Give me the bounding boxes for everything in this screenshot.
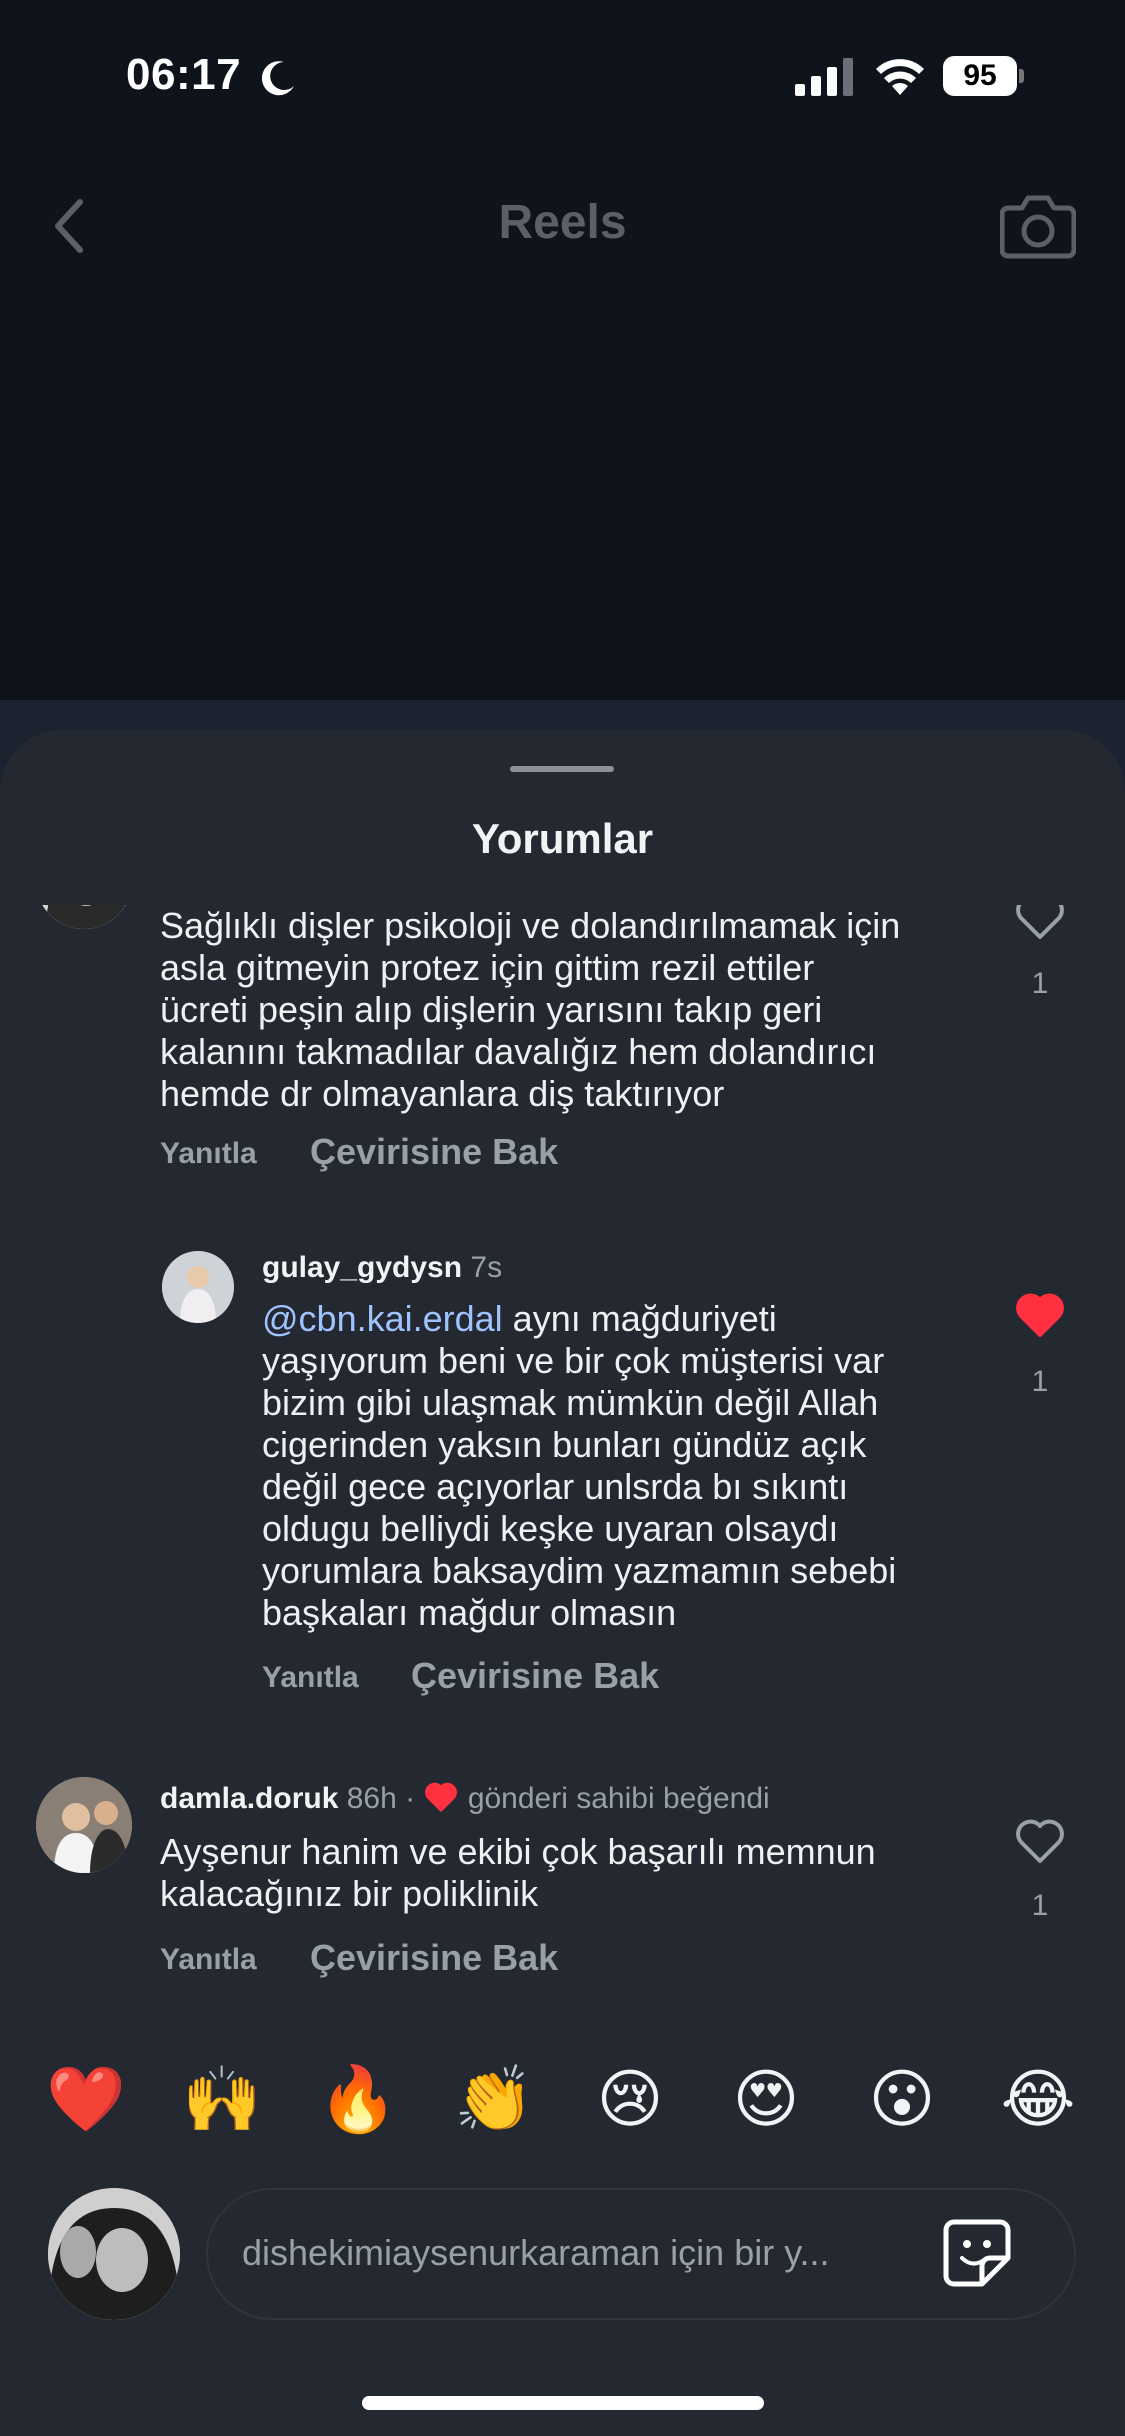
sticker-icon[interactable] (940, 2216, 1014, 2290)
comment-time: 7s (470, 1251, 503, 1284)
sheet-drag-handle[interactable] (510, 766, 614, 772)
see-translation-button[interactable]: Çevirisine Bak (310, 1937, 558, 1979)
comment-line: asla gitmeyin protez için gittim rezil e… (160, 947, 815, 988)
comment-input-placeholder: dishekimiaysenurkaraman için bir y... (242, 2232, 830, 2273)
like-count: 1 (1031, 967, 1049, 1000)
avatar[interactable] (36, 1777, 132, 1873)
my-avatar (48, 2188, 180, 2320)
emoji-quick-bar: ❤️ 🙌 🔥 👏 😢 😍 😮 😂 (0, 2060, 1125, 2140)
comment-line: oldugu belliydi keşke uyaran olsaydı (262, 1508, 839, 1549)
comment-line: değil gece açıyorlar unlsrda bı sıkıntı (262, 1466, 849, 1507)
camera-icon[interactable] (1000, 190, 1076, 260)
heart-outline-icon[interactable] (1014, 905, 1066, 941)
comment-line: yaşıyorum beni ve bir çok müşterisi var (262, 1340, 885, 1381)
comment-text: @cbn.kai.erdal aynı mağduriyeti yaşıyoru… (262, 1298, 896, 1634)
page-title: Reels (498, 196, 627, 249)
owner-liked-heart-icon (425, 1782, 458, 1812)
comment-line: @cbn.kai.erdal aynı mağduriyeti (262, 1298, 896, 1340)
meta-separator: · (405, 1782, 416, 1815)
reel-background (0, 0, 1125, 780)
avatar[interactable] (36, 905, 132, 929)
comments-list[interactable]: Sağlıklı dişler psikoloji ve dolandırılm… (0, 905, 1125, 2020)
comment-header: damla.doruk 86h · gönderi sahibi beğendi (160, 1781, 770, 1816)
reply-button[interactable]: Yanıtla (160, 1943, 257, 1977)
heart-outline-icon[interactable] (1014, 1817, 1066, 1865)
like-count: 1 (1031, 1365, 1049, 1398)
avatar-photo-icon (162, 1251, 234, 1323)
comment-line: cigerinden yaksın bunları gündüz açık (262, 1424, 867, 1465)
mention-link[interactable]: @cbn.kai.erdal (262, 1298, 503, 1339)
see-translation-button[interactable]: Çevirisine Bak (310, 1131, 558, 1173)
emoji-fire-button[interactable]: 🔥 (318, 2060, 398, 2140)
cellular-signal-icon (795, 58, 853, 96)
battery-indicator: 95 (943, 56, 1025, 96)
see-translation-button[interactable]: Çevirisine Bak (411, 1655, 659, 1697)
reply-button[interactable]: Yanıtla (160, 1137, 257, 1171)
comment-line: hemde dr olmayanlara diş taktırıyor (160, 1073, 725, 1114)
battery-level: 95 (943, 56, 1017, 96)
battery-tip (1019, 69, 1024, 83)
emoji-surprised-button[interactable]: 😮 (862, 2060, 942, 2140)
owner-liked-label: gönderi sahibi beğendi (467, 1782, 770, 1815)
emoji-laughing-button[interactable]: 😂 (998, 2060, 1078, 2140)
moon-icon (261, 61, 294, 96)
emoji-clap-button[interactable]: 👏 (454, 2060, 534, 2140)
comment-line: kalacağınız bir poliklinik (160, 1873, 539, 1914)
sheet-title: Yorumlar (471, 815, 654, 862)
wifi-icon (876, 59, 924, 95)
comment-line: Sağlıklı dişler psikoloji ve dolandırılm… (160, 905, 901, 946)
comment-line: yorumlara baksaydim yazmamın sebebi (262, 1550, 897, 1591)
comment-line: Ayşenur hanim ve ekibi çok başarılı memn… (160, 1831, 876, 1872)
avatar[interactable] (162, 1251, 234, 1323)
comment-line: kalanını takmadılar davalığız hem doland… (160, 1031, 877, 1072)
comment-line: başkaları mağdur olmasın (262, 1592, 677, 1633)
comment-text: Sağlıklı dişler psikoloji ve dolandırılm… (160, 905, 900, 1115)
reply-button[interactable]: Yanıtla (262, 1661, 359, 1695)
comment-time: 86h (346, 1782, 397, 1815)
emoji-heart-eyes-button[interactable]: 😍 (726, 2060, 806, 2140)
emoji-crying-button[interactable]: 😢 (590, 2060, 670, 2140)
comment-header: gulay_gydysn 7s (262, 1251, 502, 1285)
comment-line: ücreti peşin alıp dişlerin yarısını takı… (160, 989, 823, 1030)
heart-filled-icon[interactable] (1014, 1291, 1066, 1339)
avatar-photo-icon (36, 905, 132, 929)
home-indicator[interactable] (362, 2396, 764, 2410)
comment-username[interactable]: damla.doruk (160, 1782, 338, 1815)
comment-line: bizim gibi ulaşmak mümkün değil Allah (262, 1382, 879, 1423)
comment-username[interactable]: gulay_gydysn (262, 1251, 462, 1284)
comment-line-rest: aynı mağduriyeti (502, 1298, 777, 1339)
avatar-photo-icon (36, 1777, 132, 1873)
status-time: 06:17 (126, 50, 242, 99)
emoji-raised-hands-button[interactable]: 🙌 (182, 2060, 262, 2140)
like-count: 1 (1031, 1889, 1049, 1922)
emoji-heart-button[interactable]: ❤️ (46, 2060, 126, 2140)
comment-text: Ayşenur hanim ve ekibi çok başarılı memn… (160, 1831, 876, 1915)
avatar-photo-icon (48, 2188, 180, 2320)
